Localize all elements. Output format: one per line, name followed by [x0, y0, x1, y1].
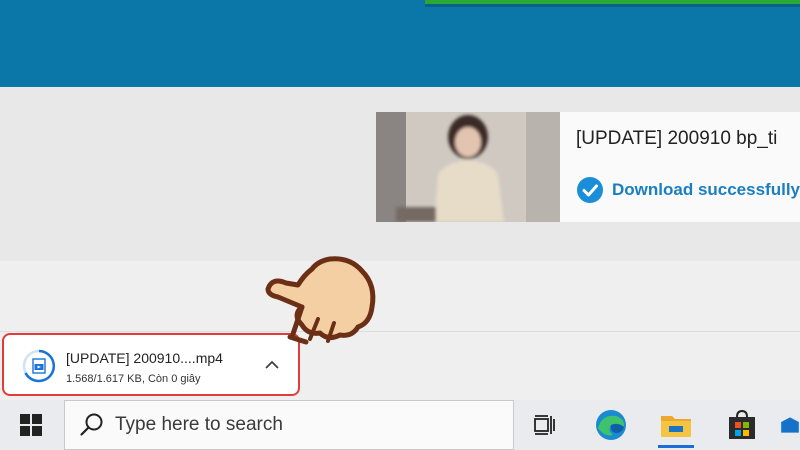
active-app-indicator [658, 445, 694, 448]
pointing-hand-icon [265, 256, 376, 345]
download-status-text: Download successfully [612, 180, 800, 199]
download-file-name: [UPDATE] 200910....mp4 [66, 350, 223, 366]
task-view-button[interactable] [525, 405, 565, 445]
search-icon [80, 413, 103, 436]
mail-button[interactable] [780, 405, 800, 445]
taskbar-search-box[interactable] [64, 400, 514, 450]
search-input[interactable] [115, 414, 475, 436]
download-result-card: [UPDATE] 200910 bp_ti Download successfu… [376, 112, 800, 222]
start-button[interactable] [0, 400, 62, 450]
chevron-up-icon[interactable] [264, 359, 280, 371]
windows-taskbar [0, 400, 800, 450]
store-icon [729, 409, 755, 439]
video-thumbnail [376, 112, 560, 222]
result-title: [UPDATE] 200910 bp_ti [576, 128, 778, 149]
check-circle-icon [577, 177, 603, 203]
windows-start-icon [20, 414, 42, 436]
file-explorer-button[interactable] [656, 405, 696, 445]
file-explorer-icon [661, 416, 691, 437]
mail-icon [781, 417, 799, 433]
edge-icon [596, 410, 626, 440]
edge-button[interactable] [591, 405, 631, 445]
website-header [0, 0, 800, 87]
task-view-icon [534, 415, 555, 435]
download-progress-text: 1.568/1.617 KB, Còn 0 giây [66, 373, 201, 385]
download-status: Download successfully [576, 176, 800, 204]
store-button[interactable] [722, 405, 762, 445]
browser-download-item[interactable]: [UPDATE] 200910....mp4 1.568/1.617 KB, C… [2, 333, 300, 396]
downloading-file-icon [22, 349, 56, 383]
